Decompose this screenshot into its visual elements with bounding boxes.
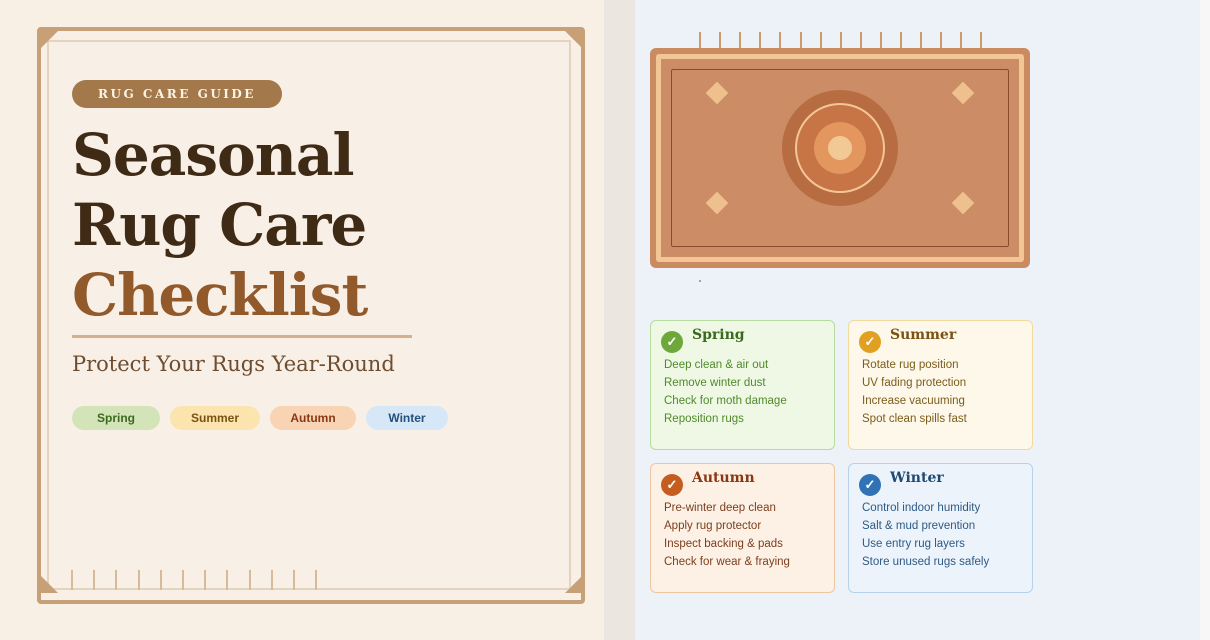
checklist-item: Deep clean & air out <box>664 359 769 371</box>
checklist-item: Store unused rugs safely <box>862 556 990 568</box>
checklist-item: Control indoor humidity <box>862 502 981 514</box>
guide-badge: RUG CARE GUIDE <box>72 80 282 108</box>
season-checklist: Control indoor humidity Salt & mud preve… <box>862 499 989 571</box>
checkmark-icon: ✓ <box>859 331 881 353</box>
fringe-line <box>182 570 184 590</box>
rug-fringe-line <box>900 32 902 48</box>
title-line-2: Rug Care <box>72 191 367 259</box>
checkmark-icon: ✓ <box>661 331 683 353</box>
frame-corner-bottom-right <box>565 576 582 593</box>
fringe-line <box>293 570 295 590</box>
checklist-item: UV fading protection <box>862 377 967 389</box>
checklist-item: Spot clean spills fast <box>862 413 967 425</box>
fringe-line <box>93 570 96 590</box>
checklist-item: Pre-winter deep clean <box>664 502 776 514</box>
season-card-title: Autumn <box>692 470 755 486</box>
season-card-title: Winter <box>890 470 944 486</box>
season-checklist: Deep clean & air out Remove winter dust … <box>664 356 787 428</box>
frame-corner-top-right <box>565 31 582 48</box>
fringe-line <box>115 570 118 590</box>
season-pill-autumn: Autumn <box>270 406 356 430</box>
rug-fringe-line <box>960 32 963 48</box>
fringe-line <box>71 570 73 590</box>
season-checklist: Pre-winter deep clean Apply rug protecto… <box>664 499 790 571</box>
fringe-line <box>270 570 273 590</box>
rug-fringe-line <box>759 32 762 48</box>
checklist-item: Check for moth damage <box>664 395 787 407</box>
season-card-summer: ✓ Summer Rotate rug position UV fading p… <box>848 320 1033 450</box>
checklist-item: Apply rug protector <box>664 520 762 532</box>
title-line-3: Checklist <box>72 261 368 329</box>
checklist-item: Remove winter dust <box>664 377 766 389</box>
checkmark-icon: ✓ <box>859 474 881 496</box>
divider-strip <box>604 0 635 640</box>
checklist-item: Check for wear & fraying <box>664 556 790 568</box>
fringe-line <box>248 570 251 590</box>
rug-fringe-line <box>779 32 782 48</box>
right-edge <box>1200 0 1210 640</box>
season-pill-spring: Spring <box>72 406 160 430</box>
rug-medallion-center <box>828 136 852 160</box>
rug-fringe-line <box>940 32 943 48</box>
fringe-line <box>315 570 318 590</box>
rug-fringe-line <box>819 32 822 48</box>
checklist-item: Use entry rug layers <box>862 538 965 550</box>
rug-fringe-line <box>839 32 842 48</box>
rug-fringe-line <box>699 32 701 48</box>
season-checklist: Rotate rug position UV fading protection… <box>862 356 967 428</box>
checklist-item: Rotate rug position <box>862 359 959 371</box>
fringe-line <box>204 570 207 590</box>
season-pill-summer: Summer <box>170 406 260 430</box>
season-card-winter: ✓ Winter Control indoor humidity Salt & … <box>848 463 1033 593</box>
season-card-title: Summer <box>890 327 957 343</box>
page-title: Seasonal Rug Care Checklist <box>72 120 368 330</box>
fringe-line <box>226 570 229 590</box>
subtitle: Protect Your Rugs Year-Round <box>72 352 395 376</box>
checklist-item: Increase vacuuming <box>862 395 965 407</box>
rug-fringe-line <box>859 32 862 48</box>
season-pill-winter: Winter <box>366 406 448 430</box>
rug-fringe-line <box>879 32 882 48</box>
season-card-spring: ✓ Spring Deep clean & air out Remove win… <box>650 320 835 450</box>
title-divider <box>72 335 412 338</box>
rug-fringe-line <box>920 32 923 48</box>
frame-corner-bottom-left <box>41 576 58 593</box>
checkmark-icon: ✓ <box>661 474 683 496</box>
checklist-item: Inspect backing & pads <box>664 538 783 550</box>
rug-fringe-line <box>739 32 742 48</box>
frame-corner-top-left <box>41 31 58 48</box>
fringe-line <box>159 570 162 590</box>
rug-fringe-line <box>980 32 983 48</box>
season-card-autumn: ✓ Autumn Pre-winter deep clean Apply rug… <box>650 463 835 593</box>
checklist-item: Reposition rugs <box>664 413 744 425</box>
decorative-dot <box>699 280 701 282</box>
title-line-1: Seasonal <box>72 121 355 189</box>
fringe-line <box>137 570 140 590</box>
rug-fringe-line <box>799 32 802 48</box>
checklist-item: Salt & mud prevention <box>862 520 976 532</box>
season-card-title: Spring <box>692 327 745 343</box>
rug-fringe-line <box>719 32 722 48</box>
